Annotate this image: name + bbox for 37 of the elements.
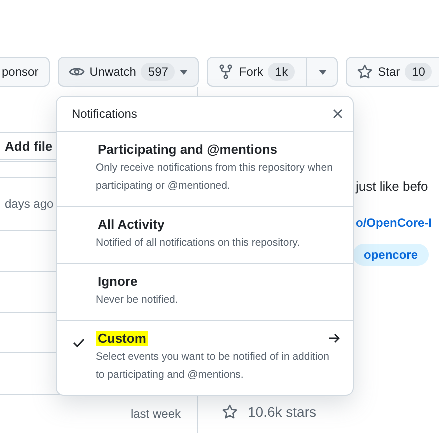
caret-icon bbox=[319, 70, 328, 74]
stars-count[interactable]: 10.6k stars bbox=[248, 404, 316, 420]
topic-tag[interactable]: opencore bbox=[353, 244, 430, 266]
commit-time: days ago bbox=[5, 197, 54, 211]
close-icon[interactable] bbox=[333, 109, 343, 119]
unwatch-button[interactable]: Unwatch 597 bbox=[58, 57, 200, 87]
button-label: Unwatch bbox=[90, 65, 136, 79]
option-description: Notified of all notifications on this repository. bbox=[96, 236, 302, 251]
fork-button[interactable]: Fork 1k bbox=[207, 57, 338, 87]
count-badge: 1k bbox=[268, 63, 296, 81]
repo-link[interactable]: o/OpenCore-I bbox=[356, 216, 439, 230]
notification-option[interactable]: Participating and @mentions Only receive notifications from this repository when participating or @mentioned. bbox=[57, 132, 353, 207]
button-label: Star bbox=[378, 65, 400, 79]
option-description: Never be notified. bbox=[96, 293, 180, 308]
option-title: Participating and @mentions bbox=[97, 142, 279, 157]
star-icon bbox=[222, 404, 238, 420]
star-button[interactable]: Star 10 bbox=[346, 57, 439, 87]
notification-option[interactable]: Custom Select events you want to be notified of in addition to participating and @mentions. bbox=[57, 321, 353, 395]
option-title: Custom bbox=[96, 331, 148, 346]
fork-icon bbox=[218, 64, 234, 80]
count-badge: 597 bbox=[141, 63, 176, 81]
button-label: ponsor bbox=[2, 65, 39, 79]
notification-option[interactable]: All Activity Notified of all notifications on this repository. bbox=[57, 207, 353, 264]
check-icon bbox=[73, 338, 85, 348]
commit-time: last week bbox=[130, 407, 181, 421]
count-badge: 10 bbox=[405, 63, 432, 81]
sponsor-button[interactable]: ponsor bbox=[0, 57, 50, 87]
caret-icon bbox=[180, 70, 188, 74]
option-title: All Activity bbox=[97, 217, 166, 232]
star-icon bbox=[357, 64, 374, 80]
menu-title: Notifications bbox=[72, 107, 138, 121]
repo-description: just like befo bbox=[356, 179, 430, 194]
option-title: Ignore bbox=[97, 274, 139, 289]
option-description: Only receive notifications from this repository when participating or @mentioned. bbox=[96, 161, 334, 194]
notification-option[interactable]: Ignore Never be notified. bbox=[57, 264, 353, 321]
option-description: Select events you want to be notified of in addition to participating and @mentions. bbox=[96, 350, 330, 383]
button-label: Fork bbox=[239, 65, 264, 79]
